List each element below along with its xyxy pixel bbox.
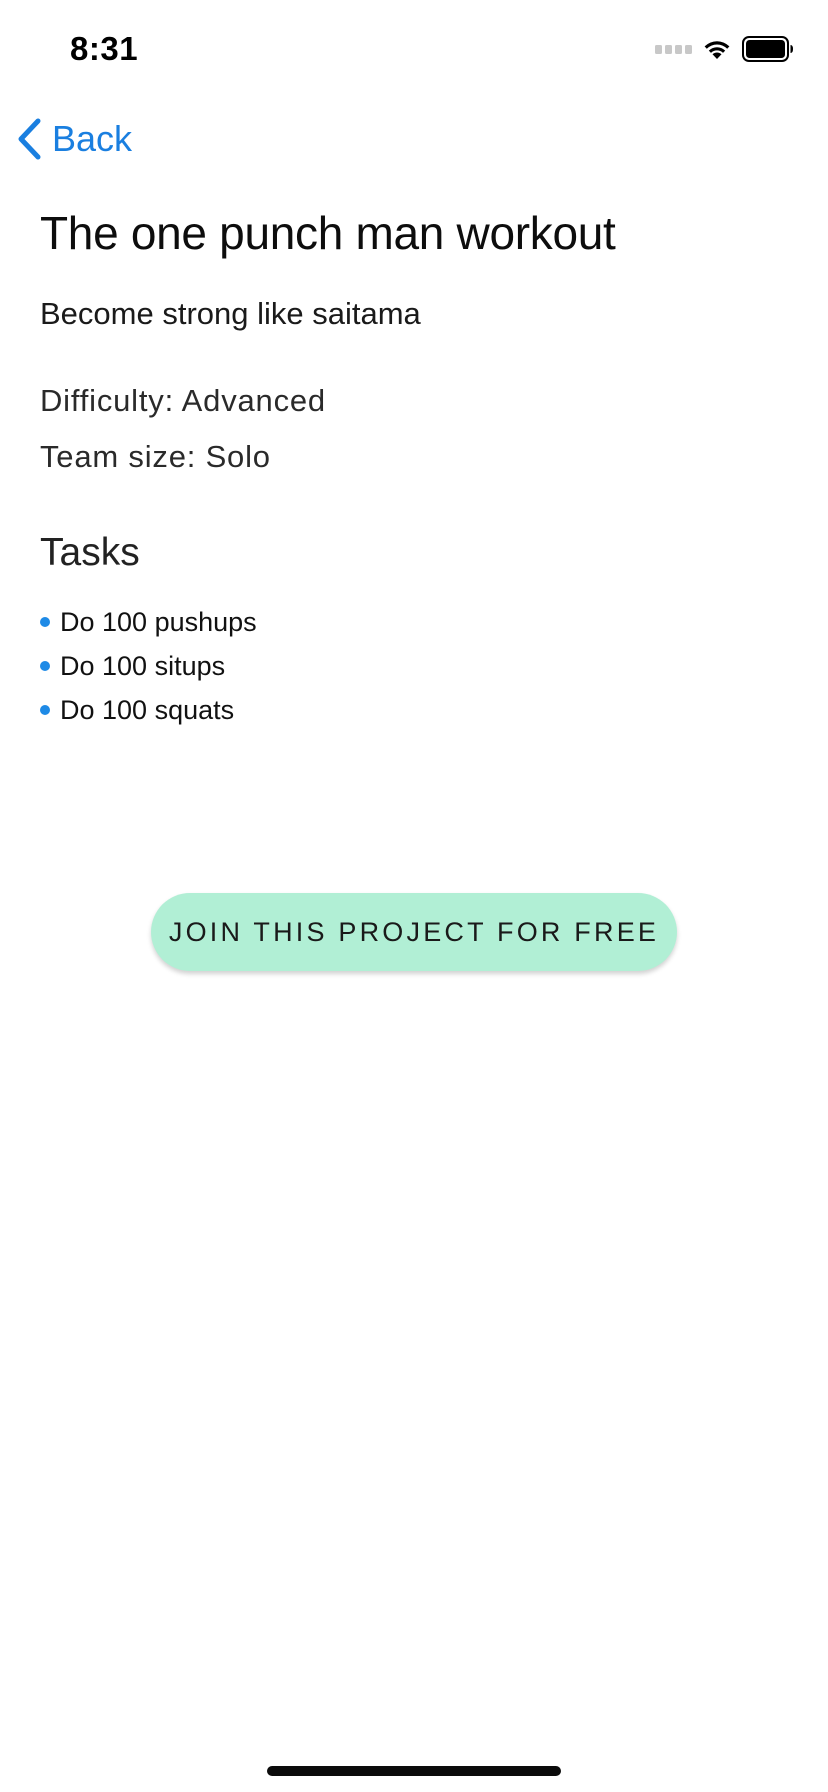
project-subtitle: Become strong like saitama [40,296,421,331]
project-details: The one punch man workout Become strong … [40,200,788,732]
bullet-icon [40,661,50,671]
task-list: Do 100 pushups Do 100 situps Do 100 squa… [40,600,788,732]
status-icons [655,36,794,62]
team-size-label: Team size: Solo [40,439,271,474]
back-button[interactable]: Back [16,118,132,160]
list-item: Do 100 squats [40,688,788,732]
signal-icon [655,44,692,54]
tasks-heading: Tasks [40,531,140,574]
status-time: 8:31 [70,30,139,67]
list-item: Do 100 situps [40,644,788,688]
page-title: The one punch man workout [40,207,616,259]
difficulty-label: Difficulty: Advanced [40,383,326,418]
join-project-button[interactable]: JOIN THIS PROJECT FOR FREE [151,893,677,971]
chevron-left-icon [18,118,41,160]
task-label: Do 100 squats [60,695,235,725]
task-label: Do 100 situps [60,651,226,681]
battery-icon [742,36,793,62]
back-label: Back [52,118,133,159]
task-label: Do 100 pushups [60,607,257,637]
home-indicator[interactable] [267,1766,561,1776]
bullet-icon [40,705,50,715]
bullet-icon [40,617,50,627]
wifi-icon [704,41,730,59]
status-bar: 8:31 [0,0,828,100]
list-item: Do 100 pushups [40,600,788,644]
